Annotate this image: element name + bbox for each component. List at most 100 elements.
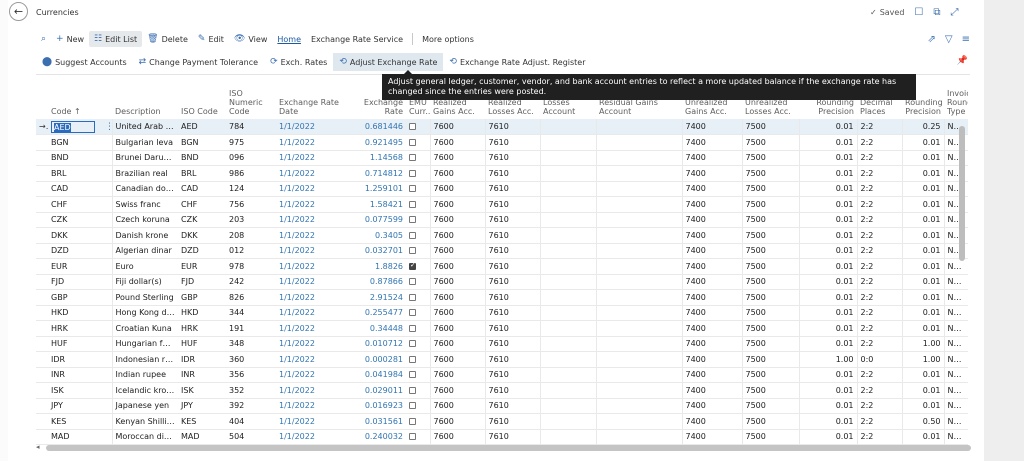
row-selector[interactable] bbox=[36, 398, 48, 414]
emu-currency-checkbox[interactable] bbox=[409, 386, 416, 394]
exchange-rate-cell[interactable]: 0.031561 bbox=[346, 413, 406, 430]
unrealized-gains-cell[interactable]: 7400 bbox=[681, 165, 742, 182]
exchange-rate-cell[interactable]: 0.34448 bbox=[346, 320, 406, 337]
invoice-rounding-cell[interactable]: 0.01 bbox=[901, 212, 944, 228]
realized-losses-cell[interactable]: 7610 bbox=[484, 150, 540, 166]
invoice-rounding-cell[interactable]: 0.01 bbox=[901, 196, 944, 213]
delete-button[interactable]: 🗑 Delete bbox=[142, 31, 193, 47]
emu-currency-checkbox[interactable] bbox=[409, 417, 416, 425]
exchange-rate-date-cell[interactable]: 1/1/2022 bbox=[276, 150, 346, 166]
description-cell[interactable]: Brazilian real bbox=[111, 165, 178, 182]
unrealized-gains-cell[interactable]: 7400 bbox=[681, 243, 742, 259]
emu-currency-cell[interactable] bbox=[406, 320, 430, 337]
exchange-rate-date-cell[interactable]: 1/1/2022 bbox=[276, 181, 346, 197]
emu-currency-cell[interactable] bbox=[406, 134, 430, 151]
decimal-places-cell[interactable]: 2:2 bbox=[856, 181, 902, 197]
iso-code-cell[interactable]: AED bbox=[178, 119, 226, 135]
code-cell[interactable]: BND bbox=[48, 150, 102, 166]
exchange-rate-cell[interactable]: 2.91524 bbox=[346, 289, 406, 306]
table-row[interactable]: KES Kenyan Shilling KES 404 1/1/2022 0.031561… bbox=[36, 413, 968, 430]
code-cell[interactable]: BGN bbox=[48, 134, 102, 151]
realized-losses-cell[interactable]: 7610 bbox=[484, 227, 540, 244]
iso-code-cell[interactable]: FJD bbox=[178, 274, 226, 290]
residual-gains-cell[interactable] bbox=[595, 150, 682, 166]
code-cell[interactable]: KES bbox=[48, 413, 102, 430]
amount-rounding-cell[interactable]: 0.01 bbox=[798, 227, 857, 244]
code-cell[interactable]: ISK bbox=[48, 382, 102, 399]
code-cell[interactable]: CAD bbox=[48, 181, 102, 197]
unrealized-losses-cell[interactable]: 7500 bbox=[741, 150, 799, 166]
table-row[interactable]: CZK Czech koruna CZK 203 1/1/2022 0.077599 760… bbox=[36, 212, 968, 228]
invoice-rounding-cell[interactable]: 0.01 bbox=[901, 398, 944, 414]
residual-gains-cell[interactable] bbox=[595, 165, 682, 182]
row-selector[interactable] bbox=[36, 305, 48, 321]
decimal-places-cell[interactable]: 2:2 bbox=[856, 305, 902, 321]
realized-gains-cell[interactable]: 7600 bbox=[429, 150, 485, 166]
residual-gains-cell[interactable] bbox=[595, 398, 682, 414]
exchange-rate-cell[interactable]: 1.58421 bbox=[346, 196, 406, 213]
row-selector[interactable] bbox=[36, 258, 48, 275]
unrealized-gains-cell[interactable]: 7400 bbox=[681, 351, 742, 368]
residual-gains-cell[interactable] bbox=[595, 289, 682, 306]
iso-numeric-cell[interactable]: 352 bbox=[226, 382, 276, 399]
emu-currency-checkbox[interactable] bbox=[409, 355, 416, 363]
emu-currency-cell[interactable] bbox=[406, 212, 430, 228]
unrealized-gains-cell[interactable]: 7400 bbox=[681, 212, 742, 228]
row-selector[interactable] bbox=[36, 150, 48, 166]
tab-exchange-rate-service[interactable]: Exchange Rate Service bbox=[306, 31, 408, 47]
emu-currency-checkbox[interactable] bbox=[409, 324, 416, 332]
residual-gains-cell[interactable] bbox=[595, 274, 682, 290]
col-iso-code[interactable]: ISO Code bbox=[178, 83, 226, 119]
suggest-accounts-button[interactable]: ⬤ Suggest Accounts bbox=[36, 53, 133, 71]
table-row[interactable]: HKD Hong Kong doll... HKD 344 1/1/2022 0.2554… bbox=[36, 305, 968, 321]
realized-gains-cell[interactable]: 7600 bbox=[429, 305, 485, 321]
table-row[interactable]: HRK Croatian Kuna HRK 191 1/1/2022 0.34448 760… bbox=[36, 320, 968, 337]
code-cell[interactable]: FJD bbox=[48, 274, 102, 290]
amount-rounding-cell[interactable]: 0.01 bbox=[798, 243, 857, 259]
exchange-rate-cell[interactable]: 0.681446 bbox=[346, 119, 406, 135]
exchange-rate-cell[interactable]: 0.714812 bbox=[346, 165, 406, 182]
emu-currency-checkbox[interactable] bbox=[409, 278, 416, 286]
share-icon[interactable]: ⇗ bbox=[928, 34, 936, 45]
code-cell[interactable]: HUF bbox=[48, 336, 102, 352]
amount-rounding-cell[interactable]: 0.01 bbox=[798, 413, 857, 430]
realized-losses-cell[interactable]: 7610 bbox=[484, 336, 540, 352]
filter-icon[interactable]: ▽ bbox=[945, 34, 953, 45]
code-cell[interactable]: HRK bbox=[48, 320, 102, 337]
realized-losses-cell[interactable]: 7610 bbox=[484, 274, 540, 290]
exchange-rate-cell[interactable]: 0.041984 bbox=[346, 367, 406, 383]
table-row[interactable]: BRL Brazilian real BRL 986 1/1/2022 0.714812 7… bbox=[36, 165, 968, 182]
code-cell[interactable]: BRL bbox=[48, 165, 102, 182]
bookmark-icon[interactable]: ☐ bbox=[914, 7, 923, 18]
code-cell[interactable]: CZK bbox=[48, 212, 102, 228]
unrealized-gains-cell[interactable]: 7400 bbox=[681, 398, 742, 414]
collapse-icon[interactable]: ⤢ bbox=[951, 7, 959, 18]
table-row[interactable]: EUREuroEUR9781/1/20221.88267600761074007… bbox=[36, 258, 968, 275]
losses-account-cell[interactable] bbox=[539, 351, 596, 368]
realized-gains-cell[interactable]: 7600 bbox=[429, 367, 485, 383]
code-cell[interactable]: EUR bbox=[48, 258, 102, 275]
emu-currency-checkbox[interactable] bbox=[409, 340, 416, 348]
unrealized-losses-cell[interactable]: 7500 bbox=[741, 367, 799, 383]
iso-code-cell[interactable]: DZD bbox=[178, 243, 226, 259]
realized-gains-cell[interactable]: 7600 bbox=[429, 320, 485, 337]
invoice-rounding-cell[interactable]: 0.01 bbox=[901, 227, 944, 244]
description-cell[interactable]: Danish krone bbox=[111, 227, 178, 244]
col-exchange-rate-date[interactable]: Exchange Rate Date bbox=[276, 83, 346, 119]
row-selector[interactable] bbox=[36, 196, 48, 213]
description-cell[interactable]: Icelandic krona bbox=[111, 382, 178, 399]
realized-losses-cell[interactable]: 7610 bbox=[484, 134, 540, 151]
invoice-rounding-cell[interactable]: 0.50 bbox=[901, 413, 944, 430]
exchange-rate-date-cell[interactable]: 1/1/2022 bbox=[276, 212, 346, 228]
row-selector[interactable] bbox=[36, 413, 48, 430]
iso-code-cell[interactable]: INR bbox=[178, 367, 226, 383]
losses-account-cell[interactable] bbox=[539, 165, 596, 182]
emu-currency-cell[interactable] bbox=[406, 336, 430, 352]
table-row[interactable]: DKK Danish krone DKK 208 1/1/2022 0.3405 7600 7… bbox=[36, 227, 968, 244]
row-actions-button[interactable] bbox=[102, 305, 112, 321]
realized-losses-cell[interactable]: 7610 bbox=[484, 258, 540, 275]
losses-account-cell[interactable] bbox=[539, 119, 596, 135]
decimal-places-cell[interactable]: 2:2 bbox=[856, 413, 902, 430]
invoice-rounding-cell[interactable]: 0.01 bbox=[901, 367, 944, 383]
col-invoice-rounding-type[interactable]: Invoice Rounding Type bbox=[944, 83, 968, 119]
